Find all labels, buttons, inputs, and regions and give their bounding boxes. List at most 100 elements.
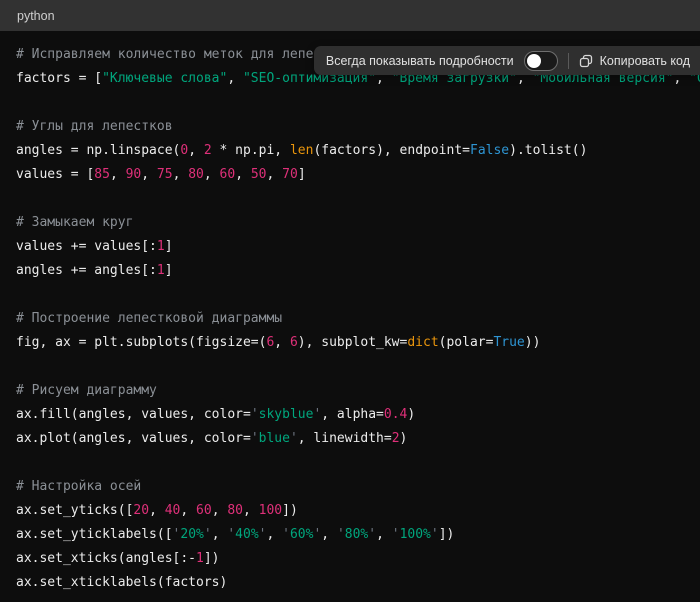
code-token: # Исправляем количество меток для лепест… [16,47,353,62]
code-line: # Углы для лепестков [16,115,684,139]
code-token: ' [368,527,376,542]
copy-icon [579,54,593,68]
code-token: ' [392,527,400,542]
code-token: 0.4 [384,407,407,422]
code-area: # Исправляем количество меток для лепест… [0,31,700,602]
code-token: , [376,527,392,542]
code-token: * np.pi, [212,143,290,158]
code-token: 20% [180,527,203,542]
code-content: # Исправляем количество меток для лепест… [0,31,700,602]
code-line [16,91,684,115]
code-token: ).tolist() [509,143,587,158]
code-token: angles += angles[: [16,263,157,278]
code-token: , [149,503,165,518]
code-token: , [188,143,204,158]
code-token: False [470,143,509,158]
code-token: , [180,503,196,518]
code-token: 80% [345,527,368,542]
code-token: , [243,503,259,518]
code-token: 2 [204,143,212,158]
code-token: ' [337,527,345,542]
details-toggle-label: Всегда показывать подробности [326,54,514,68]
code-line: ax.fill(angles, values, color='skyblue',… [16,403,684,427]
code-token: ' [204,527,212,542]
code-token: blue [259,431,290,446]
code-token: , [235,167,251,182]
code-token: 80 [188,167,204,182]
code-token: , [227,71,243,86]
code-token: 100% [400,527,431,542]
code-token: 50 [251,167,267,182]
code-token: ] [298,167,306,182]
code-token: ' [290,431,298,446]
code-token: (polar= [439,335,494,350]
code-line: # Рисуем диаграмму [16,379,684,403]
copy-code-button[interactable]: Копировать код [579,54,690,68]
toolbar-divider [568,53,569,69]
code-token: # Рисуем диаграмму [16,383,157,398]
code-token: , [321,527,337,542]
code-token: 100 [259,503,282,518]
code-token: ] [165,239,173,254]
code-line: fig, ax = plt.subplots(figsize=(6, 6), s… [16,331,684,355]
code-token: 1 [157,239,165,254]
code-token: ax.fill(angles, values, color= [16,407,251,422]
code-token: values = [ [16,167,94,182]
code-line: # Настройка осей [16,475,684,499]
code-token: , [212,503,228,518]
code-token: "Ключевые слова" [102,71,227,86]
code-token: 60% [290,527,313,542]
code-token: 40 [165,503,181,518]
code-token: ax.set_xticks(angles[:- [16,551,196,566]
code-language-label: python [17,9,55,23]
code-token: , alpha= [321,407,384,422]
code-token: ) [407,407,415,422]
code-token: ' [251,431,259,446]
code-token: (factors), endpoint= [313,143,470,158]
code-token: 85 [94,167,110,182]
code-header: python [0,0,700,31]
code-line: ax.plot(angles, values, color='blue', li… [16,427,684,451]
code-token: ax.set_yticklabels([ [16,527,173,542]
code-line: angles = np.linspace(0, 2 * np.pi, len(f… [16,139,684,163]
code-token: # Настройка осей [16,479,141,494]
code-token: # Замыкаем круг [16,215,133,230]
code-token: ), subplot_kw= [298,335,408,350]
code-line: # Замыкаем круг [16,211,684,235]
code-token: 60 [196,503,212,518]
code-token: 2 [392,431,400,446]
toggle-knob [527,54,541,68]
code-token: , [267,167,283,182]
code-token: ax.plot(angles, values, color= [16,431,251,446]
code-token: , [212,527,228,542]
code-line [16,355,684,379]
code-token: 90 [126,167,142,182]
code-line: values = [85, 90, 75, 80, 60, 50, 70] [16,163,684,187]
code-token: , [204,167,220,182]
code-token: 70 [282,167,298,182]
code-token: 1 [157,263,165,278]
code-token: ]) [204,551,220,566]
code-token: # Углы для лепестков [16,119,173,134]
code-token: len [290,143,313,158]
code-line: # Построение лепестковой диаграммы [16,307,684,331]
code-line [16,187,684,211]
code-token: ' [251,407,259,422]
code-line: values += values[:1] [16,235,684,259]
code-line: ax.set_xticks(angles[:-1]) [16,547,684,571]
code-token: ]) [282,503,298,518]
code-token: ' [431,527,439,542]
code-token: ' [282,527,290,542]
code-line [16,283,684,307]
code-line: ax.set_yticklabels(['20%', '40%', '60%',… [16,523,684,547]
code-token: , [173,167,189,182]
copy-button-label: Копировать код [600,54,690,68]
code-token: factors = [ [16,71,102,86]
details-toggle[interactable] [524,51,558,71]
code-token: ax.set_yticks([ [16,503,133,518]
code-toolbar: Всегда показывать подробности Копировать… [314,46,700,75]
code-token: 40% [235,527,258,542]
code-token: 1 [196,551,204,566]
code-line: ax.set_xticklabels(factors) [16,571,684,595]
code-token: angles = np.linspace( [16,143,180,158]
